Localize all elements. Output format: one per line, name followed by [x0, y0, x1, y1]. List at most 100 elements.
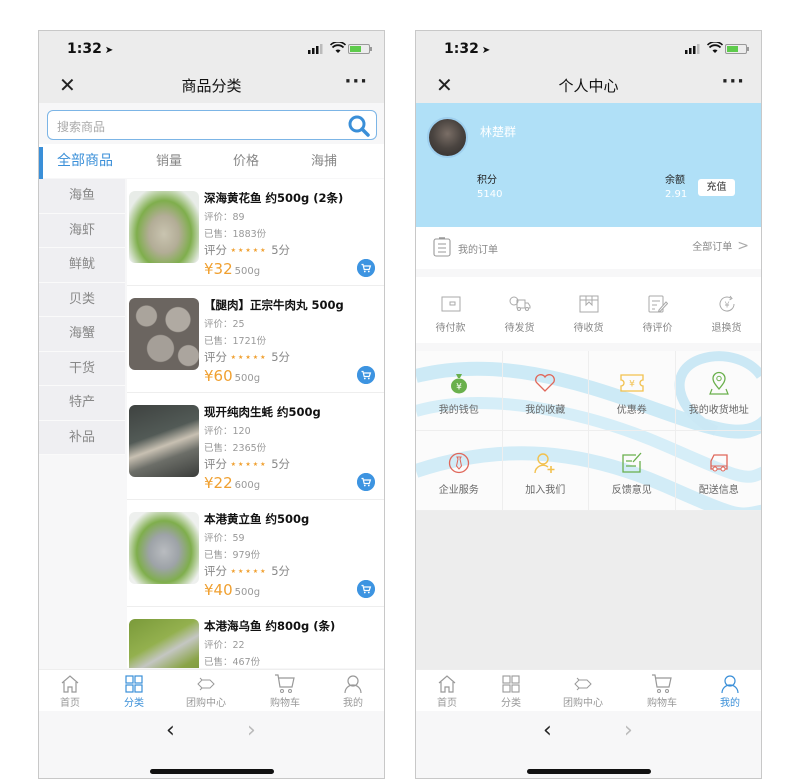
svg-text:¥: ¥ — [629, 380, 635, 390]
tabbar-cart[interactable]: 购物车 — [632, 674, 692, 709]
service-delivery-info[interactable]: 配送信息 — [675, 431, 761, 511]
tabbar-me[interactable]: 我的 — [323, 674, 383, 709]
tab-price[interactable]: 价格 — [233, 150, 259, 169]
product-item[interactable]: 【腿肉】正宗牛肉丸 500g 评价：25 已售：1721份 评分 ★★★★★ 5… — [127, 286, 384, 393]
location-arrow-icon: ➤ — [481, 45, 491, 56]
product-name[interactable]: 现开纯肉生蚝 约500g — [204, 404, 321, 420]
tabbar-home[interactable]: 首页 — [417, 674, 477, 709]
service-coupons[interactable]: ¥ 优惠券 — [589, 351, 676, 431]
points-value: 5140 — [477, 189, 503, 200]
order-pending-receipt[interactable]: 待收货 — [554, 277, 623, 343]
category-item[interactable]: 补品 — [39, 421, 125, 455]
group-buy-icon — [197, 677, 215, 691]
tab-sales[interactable]: 销量 — [156, 150, 182, 169]
profile-header: 林楚群 积分 5140 余额 2.91 充值 — [416, 103, 761, 227]
product-image[interactable] — [129, 619, 199, 668]
more-button[interactable]: ··· — [344, 71, 368, 92]
category-icon — [502, 675, 520, 693]
product-image[interactable] — [129, 512, 199, 584]
product-image[interactable] — [129, 298, 199, 370]
order-pending-shipment[interactable]: 待发货 — [485, 277, 554, 343]
tabbar-group-buy[interactable]: 团购中心 — [176, 674, 236, 709]
search-icon[interactable] — [347, 114, 371, 138]
order-returns[interactable]: ¥ 退换货 — [692, 277, 761, 343]
product-rating: 评分 ★★★★★ 5分 — [204, 564, 291, 578]
product-name[interactable]: 【腿肉】正宗牛肉丸 500g — [204, 297, 344, 313]
add-to-cart-icon[interactable] — [357, 473, 375, 491]
cart-icon — [275, 674, 295, 693]
tabbar-category[interactable]: 分类 — [481, 674, 541, 709]
bottom-tab-bar: 首页 分类 团购中心 购物车 我的 — [416, 669, 761, 711]
product-name[interactable]: 深海黄花鱼 约500g (2条) — [204, 190, 343, 206]
product-image[interactable] — [129, 405, 199, 477]
category-item[interactable]: 特产 — [39, 386, 125, 421]
wifi-icon — [707, 42, 723, 53]
product-item[interactable]: 本港黄立鱼 约500g 评价：59 已售：979份 评分 ★★★★★ 5分 ¥4… — [127, 500, 384, 607]
tabbar-group-buy[interactable]: 团购中心 — [553, 674, 613, 709]
tab-wild-caught[interactable]: 海捕 — [311, 150, 337, 169]
rating-stars: ★★★★★ — [230, 354, 268, 361]
home-indicator[interactable] — [150, 769, 274, 774]
home-indicator[interactable] — [527, 769, 651, 774]
category-screen: 1:32 ➤ ✕ 商品分类 ··· 搜索商品 全部商品 销量 价格 海捕 海鱼 海… — [38, 30, 385, 779]
review-edit-icon — [648, 295, 668, 313]
product-item[interactable]: 现开纯肉生蚝 约500g 评价：120 已售：2365份 评分 ★★★★★ 5分… — [127, 393, 384, 500]
filter-tabs: 全部商品 销量 价格 海捕 — [39, 144, 384, 178]
my-orders-row[interactable]: 我的订单 全部订单 > — [416, 227, 761, 269]
category-item[interactable]: 鲜鱿 — [39, 248, 125, 283]
back-button[interactable]: ‹ — [166, 718, 175, 743]
tabbar-cart[interactable]: 购物车 — [255, 674, 315, 709]
user-name: 林楚群 — [480, 125, 517, 139]
order-pending-payment[interactable]: 待付款 — [416, 277, 485, 343]
rating-stars: ★★★★★ — [230, 247, 268, 254]
rating-stars: ★★★★★ — [230, 568, 268, 575]
category-item[interactable]: 干货 — [39, 352, 125, 386]
product-price: ¥60 500g — [204, 367, 261, 385]
more-button[interactable]: ··· — [721, 71, 745, 92]
nav-bar: ✕ 个人中心 ··· — [416, 71, 761, 101]
home-icon — [61, 675, 79, 693]
delivery-truck-icon — [509, 296, 530, 311]
tabbar-category[interactable]: 分类 — [104, 674, 164, 709]
add-to-cart-icon[interactable] — [357, 259, 375, 277]
forward-button[interactable]: › — [247, 718, 256, 743]
service-favorites[interactable]: 我的收藏 — [502, 351, 589, 431]
product-image[interactable] — [129, 191, 199, 263]
service-address[interactable]: 我的收货地址 — [675, 351, 761, 431]
product-price: ¥22 600g — [204, 474, 261, 492]
all-orders-link[interactable]: 全部订单 > — [692, 238, 749, 254]
tabbar-home[interactable]: 首页 — [40, 674, 100, 709]
points-label: 积分 — [477, 175, 497, 186]
add-to-cart-icon[interactable] — [357, 366, 375, 384]
service-enterprise[interactable]: 企业服务 — [416, 431, 503, 511]
delivery-van-icon — [710, 454, 728, 472]
svg-text:¥: ¥ — [456, 383, 462, 393]
category-item[interactable]: 贝类 — [39, 283, 125, 317]
product-name[interactable]: 本港黄立鱼 约500g — [204, 511, 309, 527]
service-join-us[interactable]: 加入我们 — [502, 431, 589, 511]
status-time: 1:32 ➤ — [444, 41, 491, 57]
service-wallet[interactable]: ¥ 我的钱包 — [416, 351, 503, 431]
order-pending-review[interactable]: 待评价 — [623, 277, 692, 343]
service-feedback[interactable]: 反馈意见 — [589, 431, 676, 511]
product-item[interactable]: 本港海乌鱼 约800g (条) 评价：22 已售：467份 — [127, 607, 384, 668]
avatar[interactable] — [427, 117, 468, 158]
category-item[interactable]: 海蟹 — [39, 317, 125, 352]
location-arrow-icon: ➤ — [104, 45, 114, 56]
category-item[interactable]: 海虾 — [39, 214, 125, 248]
recharge-button[interactable]: 充值 — [698, 179, 735, 196]
search-input[interactable]: 搜索商品 — [47, 110, 377, 140]
package-icon — [579, 295, 598, 313]
forward-button[interactable]: › — [624, 718, 633, 743]
order-status-row: 待付款 待发货 待收货 待评价 ¥ 退换货 — [416, 277, 761, 343]
product-name[interactable]: 本港海乌鱼 约800g (条) — [204, 618, 335, 634]
back-button[interactable]: ‹ — [543, 718, 552, 743]
product-rating: 评分 ★★★★★ 5分 — [204, 350, 291, 364]
product-item[interactable]: 深海黄花鱼 约500g (2条) 评价：89 已售：1883份 评分 ★★★★★… — [127, 179, 384, 286]
empty-area — [416, 511, 761, 669]
category-item[interactable]: 海鱼 — [39, 179, 125, 214]
tabbar-me[interactable]: 我的 — [700, 674, 760, 709]
add-to-cart-icon[interactable] — [357, 580, 375, 598]
feedback-icon — [622, 452, 642, 473]
tab-all-products[interactable]: 全部商品 — [57, 150, 113, 170]
